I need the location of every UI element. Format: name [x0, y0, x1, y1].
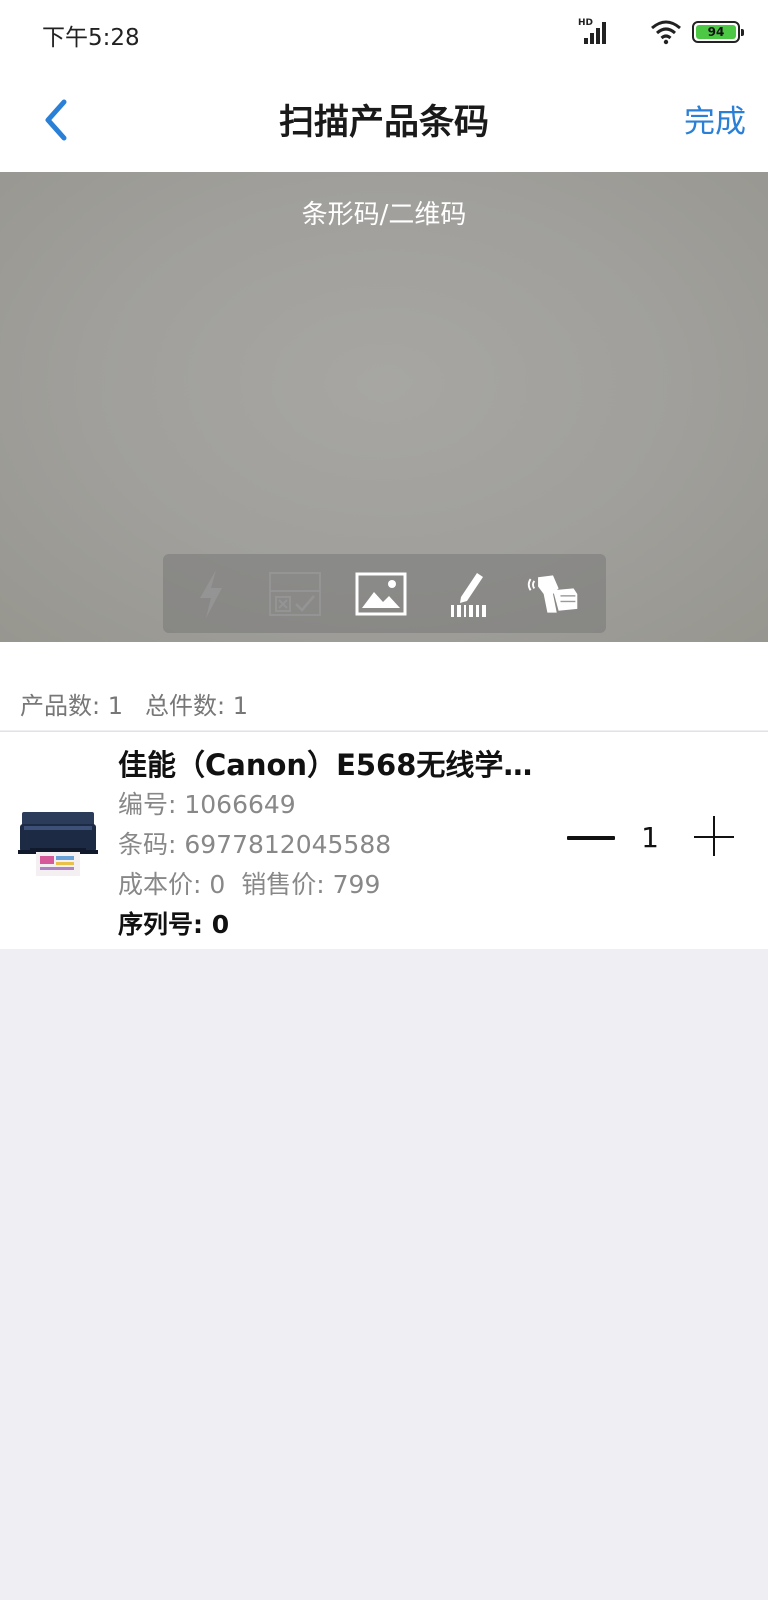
summary-text: 产品数: 1 总件数: 1	[20, 686, 270, 721]
manual-input-button[interactable]	[441, 568, 497, 620]
flash-icon	[200, 570, 222, 618]
page-title: 扫描产品条码	[278, 103, 489, 143]
scan-hint: 条形码/二维码	[301, 200, 467, 230]
product-code: 编号: 1066649	[118, 790, 296, 819]
quantity-increase-button[interactable]	[694, 816, 736, 858]
flash-button[interactable]	[183, 568, 239, 620]
sale-price: 销售价: 799	[241, 870, 381, 899]
product-name: 佳能（Canon）E568无线学生...	[118, 748, 558, 782]
status-bar: 下午5:28 HD 94	[0, 0, 768, 66]
total-count: 总件数: 1	[144, 692, 248, 720]
quantity-decrease-button[interactable]	[566, 818, 616, 858]
summary-bar: 产品数: 1 总件数: 1	[0, 642, 768, 730]
image-icon	[355, 572, 407, 616]
handheld-scanner-icon	[527, 575, 578, 613]
product-count: 产品数: 1	[20, 692, 123, 720]
handheld-scanner-button[interactable]	[525, 568, 581, 620]
status-time: 下午5:28	[42, 25, 140, 51]
batch-check-button[interactable]	[267, 568, 323, 620]
battery-icon: 94	[692, 21, 744, 43]
product-serial: 序列号: 0	[118, 910, 230, 939]
wifi-icon	[650, 18, 682, 46]
batch-check-icon	[269, 572, 321, 616]
cost-price: 成本价: 0	[118, 870, 226, 899]
scan-toolbar	[163, 554, 606, 633]
image-button[interactable]	[353, 568, 409, 620]
network-type-label: HD	[578, 18, 594, 28]
manual-input-icon	[451, 573, 486, 617]
product-barcode: 条码: 6977812045588	[118, 830, 392, 859]
product-prices: 成本价: 0 销售价: 799	[118, 864, 558, 904]
minus-icon	[567, 836, 615, 840]
done-button[interactable]: 完成	[684, 96, 746, 141]
product-row[interactable]: 佳能（Canon）E568无线学生... 编号: 1066649 条码: 697…	[0, 731, 768, 949]
camera-preview[interactable]: 条形码/二维码	[0, 172, 768, 642]
product-info: 佳能（Canon）E568无线学生... 编号: 1066649 条码: 697…	[118, 746, 558, 944]
battery-level: 94	[696, 25, 736, 39]
signal-icon: HD	[578, 18, 612, 46]
nav-bar: 扫描产品条码 完成	[0, 66, 768, 172]
quantity-value[interactable]: 1	[628, 818, 672, 858]
printer-image	[16, 804, 100, 882]
